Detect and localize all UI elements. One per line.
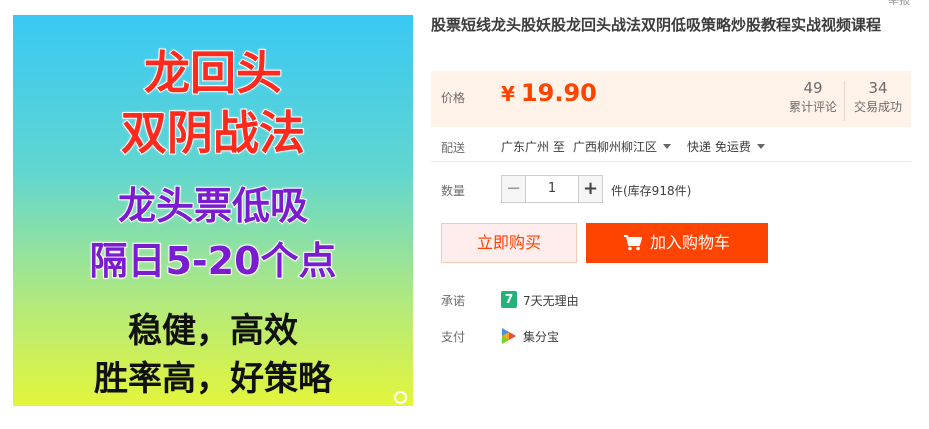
shipping-label: 配送 [441,141,466,155]
product-detail-panel: 举报 股票短线龙头股妖股龙回头战法双阴低吸策略炒股教程实战视频课程 价格 ¥19… [431,0,921,429]
review-count-label: 累计评论 [788,100,837,114]
stat-divider [844,81,845,121]
add-to-cart-button[interactable]: 加入购物车 [586,223,768,263]
quantity-increase-button[interactable]: + [578,175,603,203]
quantity-input[interactable]: 1 [526,175,578,203]
sales-count-label: 交易成功 [853,100,902,114]
price-currency: ¥ [501,82,515,106]
price-panel: 价格 ¥19.90 49 累计评论 34 交易成功 [431,71,911,127]
image-headline-4: 隔日5-20个点 [88,238,337,284]
cart-icon [623,235,642,251]
shipping-from: 广东广州 至 [501,140,565,154]
sales-count: 34 [868,79,888,97]
quantity-row: 数量 − 1 + 件(库存918件) [431,175,911,205]
chevron-down-icon [756,144,765,149]
seven-day-return-icon: 7 [501,291,517,308]
buy-now-button[interactable]: 立即购买 [441,223,577,263]
price-value: ¥19.90 [501,79,597,107]
image-headline-5: 稳健，高效 [128,311,298,351]
shipping-destination: 广西柳州柳江区 [573,140,658,154]
price-amount: 19.90 [520,79,597,107]
review-count: 49 [803,79,823,97]
shipping-method-select[interactable]: 快递 免运费 [687,138,765,155]
quantity-stepper: − 1 + [501,175,603,203]
promise-label: 承诺 [441,294,466,308]
quantity-decrease-button[interactable]: − [501,175,526,203]
sales-count-stat: 34 交易成功 [849,79,907,117]
report-link[interactable]: 举报 [888,0,910,8]
stock-info: 件(库存918件) [611,184,692,198]
image-headline-3: 龙头票低吸 [117,183,309,229]
image-headline-1: 龙回头 [143,45,283,101]
payment-label: 支付 [441,330,466,344]
chevron-down-icon [663,144,672,149]
payment-text: 集分宝 [523,330,560,344]
review-count-stat[interactable]: 49 累计评论 [784,79,842,117]
shipping-destination-select[interactable]: 广西柳州柳江区 [573,138,672,155]
jifenbao-icon [502,328,516,344]
price-label: 价格 [441,91,466,105]
image-headline-6: 胜率高，好策略 [94,359,332,399]
product-title: 股票短线龙头股妖股龙回头战法双阴低吸策略炒股教程实战视频课程 [431,16,882,34]
product-main-image[interactable]: 龙回头 双阴战法 龙头票低吸 隔日5-20个点 稳健，高效 胜率高，好策略 [13,15,413,406]
shipping-row: 配送 广东广州 至 广西柳州柳江区 快递 免运费 [431,138,911,162]
add-to-cart-label: 加入购物车 [649,233,730,252]
payment-row: 支付 集分宝 [431,326,911,348]
promise-text[interactable]: 7天无理由 [523,292,579,309]
zoom-icon[interactable] [394,391,407,404]
quantity-label: 数量 [441,184,466,198]
shipping-method: 快递 免运费 [687,140,751,154]
promise-row: 承诺 7 7天无理由 [431,290,911,312]
image-headline-2: 双阴战法 [120,105,306,161]
product-page: 龙回头 双阴战法 龙头票低吸 隔日5-20个点 稳健，高效 胜率高，好策略 举报… [0,0,929,429]
